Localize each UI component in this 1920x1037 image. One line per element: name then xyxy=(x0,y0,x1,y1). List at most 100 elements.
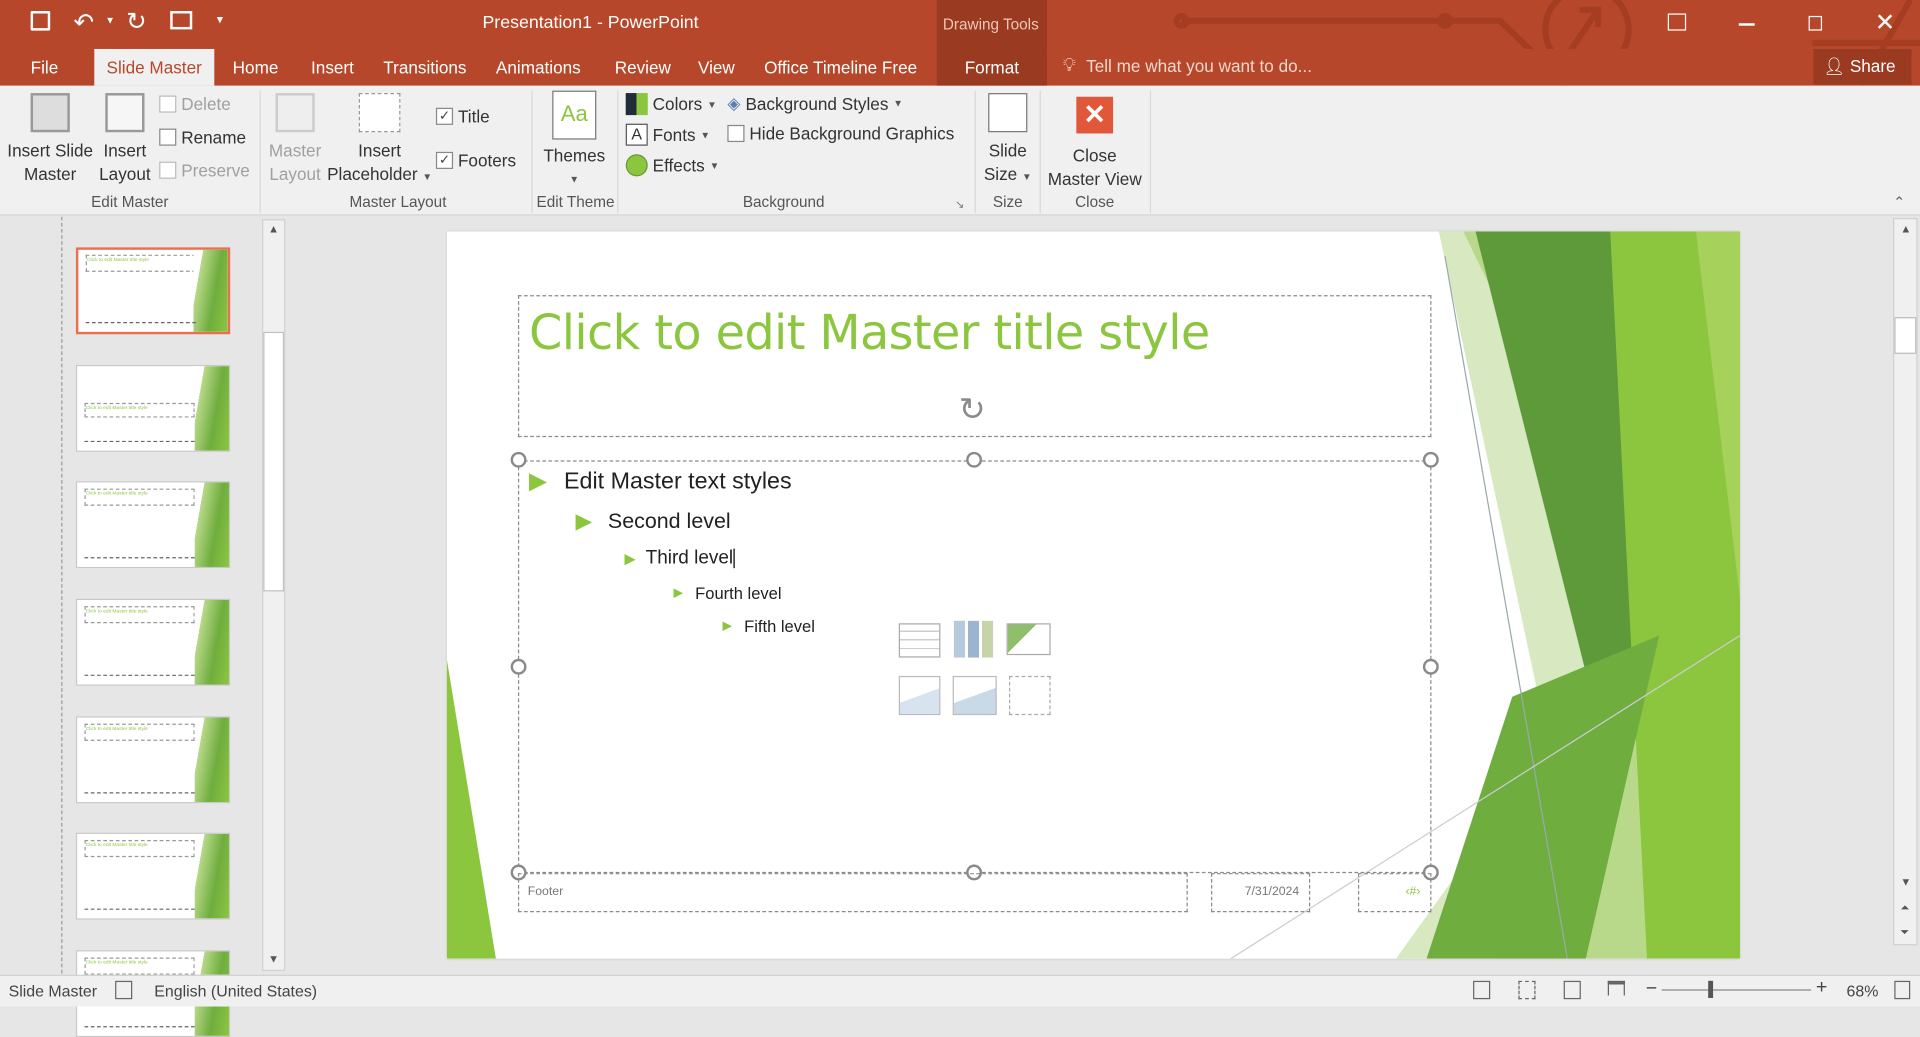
format-background-launcher-icon[interactable]: ↘ xyxy=(955,198,964,211)
slide-thumbnail[interactable]: Click to edit Master title style xyxy=(75,364,231,452)
zoom-out-button[interactable]: − xyxy=(1646,978,1657,1000)
insert-picture-icon[interactable] xyxy=(898,675,941,716)
footer-placeholder[interactable]: Footer xyxy=(517,873,1188,913)
spell-check-icon[interactable] xyxy=(115,980,133,1000)
tab-office-timeline[interactable]: Office Timeline Free xyxy=(752,49,930,86)
zoom-slider[interactable] xyxy=(1661,980,1812,998)
next-slide-icon[interactable]: ⏷ xyxy=(1900,926,1909,939)
slide-number-placeholder[interactable]: ‹#› xyxy=(1357,873,1432,913)
scrollbar-thumb[interactable] xyxy=(263,331,285,592)
tell-me-input[interactable]: Tell me what you want to do... xyxy=(1086,56,1312,76)
bullet-level-3[interactable]: ▶ Third level xyxy=(624,547,735,569)
slide-sorter-icon[interactable] xyxy=(1518,980,1536,1000)
zoom-in-button[interactable]: + xyxy=(1816,977,1827,999)
ribbon-display-options-icon[interactable] xyxy=(1667,13,1687,31)
tab-review[interactable]: Review xyxy=(602,49,683,86)
title-checkbox[interactable]: ✓ Title xyxy=(435,107,490,126)
tab-file[interactable]: File xyxy=(18,49,70,86)
slide-thumbnail[interactable]: Click to edit Master title style xyxy=(75,598,231,686)
themes-button[interactable]: Aa Themes ▼ xyxy=(536,90,612,191)
slide-thumbnail[interactable]: Click to edit Master title style xyxy=(75,481,231,569)
previous-slide-icon[interactable]: ⏶ xyxy=(1900,901,1909,914)
content-placeholder[interactable]: ▶ Edit Master text styles ▶ Second level ▶… xyxy=(517,460,1432,874)
close-window-button[interactable]: ✕ xyxy=(1875,7,1896,38)
resize-handle[interactable] xyxy=(510,451,527,468)
resize-handle[interactable] xyxy=(1422,658,1439,675)
bullet-arrow-icon: ▶ xyxy=(673,586,683,601)
start-slideshow-icon[interactable] xyxy=(170,11,193,30)
insert-slide-master-button[interactable]: Insert Slide Master xyxy=(5,93,96,186)
language-label[interactable]: English (United States) xyxy=(154,982,317,1000)
scroll-down-arrow-icon[interactable]: ▼ xyxy=(268,953,279,965)
zoom-slider-thumb[interactable] xyxy=(1708,980,1714,998)
undo-dropdown-icon[interactable]: ▼ xyxy=(105,15,115,26)
slide-vertical-scrollbar[interactable]: ▲ ▼ ⏶ ⏷ xyxy=(1893,217,1918,946)
tab-animations[interactable]: Animations xyxy=(484,49,593,86)
slide-thumbnail[interactable]: Click to edit Master title style xyxy=(75,832,231,920)
slide-thumbnail[interactable]: Click to edit Master title style xyxy=(75,716,231,804)
fit-slide-icon[interactable] xyxy=(1894,980,1911,1000)
rotate-handle-icon[interactable]: ↻ xyxy=(959,391,986,429)
effects-button[interactable]: Effects ▼ xyxy=(625,154,719,177)
footer-text: Footer xyxy=(527,885,564,899)
resize-handle[interactable] xyxy=(510,658,527,675)
fonts-button[interactable]: A Fonts ▼ xyxy=(625,123,711,146)
resize-handle[interactable] xyxy=(966,451,983,468)
slide-size-icon xyxy=(988,93,1028,133)
redo-icon[interactable]: ↻ xyxy=(126,6,147,37)
bullet-level-4[interactable]: ▶ Fourth level xyxy=(673,584,781,602)
bullet-level-2[interactable]: ▶ Second level xyxy=(576,508,731,534)
save-icon[interactable] xyxy=(30,11,51,31)
insert-smartart-icon[interactable] xyxy=(1006,623,1051,656)
master-layout-button[interactable]: Master Layout xyxy=(263,93,327,186)
tab-format[interactable]: Format xyxy=(936,48,1047,86)
label-line1: Slide xyxy=(988,140,1027,161)
tab-view[interactable]: View xyxy=(686,49,747,86)
collapse-ribbon-icon[interactable]: ⌃ xyxy=(1893,193,1905,210)
restore-button[interactable] xyxy=(1808,15,1823,31)
scroll-up-arrow-icon[interactable]: ▲ xyxy=(268,223,279,235)
reading-view-icon[interactable] xyxy=(1563,980,1581,1000)
slide-thumbnail[interactable]: Click to edit Master title style xyxy=(75,247,231,335)
insert-chart-icon[interactable] xyxy=(953,620,994,658)
label-line2: Placeholder xyxy=(327,164,418,184)
scroll-down-arrow-icon[interactable]: ▼ xyxy=(1900,876,1911,888)
tab-slide-master[interactable]: Slide Master xyxy=(94,48,215,86)
scrollbar-thumb[interactable] xyxy=(1894,317,1917,354)
undo-icon[interactable]: ↶ xyxy=(73,7,94,38)
normal-view-icon[interactable] xyxy=(1473,980,1491,1000)
delete-button[interactable]: Delete xyxy=(159,94,231,114)
colors-button[interactable]: Colors ▼ xyxy=(625,93,717,116)
insert-placeholder-button[interactable]: Insert Placeholder ▼ xyxy=(326,93,434,189)
thumbnail-title-placeholder: Click to edit Master title style xyxy=(84,402,195,418)
slide-size-button[interactable]: Slide Size ▼ xyxy=(980,93,1036,189)
bullet-level-5[interactable]: ▶ Fifth level xyxy=(722,617,814,635)
slideshow-view-icon[interactable] xyxy=(1607,980,1625,996)
scroll-up-arrow-icon[interactable]: ▲ xyxy=(1900,223,1911,235)
minimize-button[interactable] xyxy=(1738,23,1755,26)
dropdown-caret-icon: ▼ xyxy=(700,129,711,141)
bullet-level-1[interactable]: ▶ Edit Master text styles xyxy=(529,468,792,496)
footers-checkbox[interactable]: ✓ Footers xyxy=(435,151,516,170)
rename-button[interactable]: Rename xyxy=(159,127,246,147)
insert-online-picture-icon[interactable] xyxy=(952,675,997,716)
zoom-level[interactable]: 68% xyxy=(1847,982,1879,1000)
insert-video-icon[interactable] xyxy=(1008,675,1051,716)
slide-title[interactable]: Click to edit Master title style xyxy=(529,306,1210,361)
date-placeholder[interactable]: 7/31/2024 xyxy=(1211,873,1311,913)
resize-handle[interactable] xyxy=(1422,451,1439,468)
tab-home[interactable]: Home xyxy=(220,49,290,86)
thumbnail-scrollbar[interactable]: ▲ ▼ xyxy=(262,219,286,972)
background-styles-button[interactable]: ◈ Background Styles ▼ xyxy=(727,93,903,114)
tab-transitions[interactable]: Transitions xyxy=(371,49,479,86)
slide-canvas[interactable]: Click to edit Master title style ↻ ▶ Edit… xyxy=(446,231,1741,959)
hide-background-graphics-checkbox[interactable]: Hide Background Graphics xyxy=(727,124,954,143)
customize-qat-icon[interactable]: ▾ xyxy=(217,13,223,26)
tab-insert[interactable]: Insert xyxy=(299,49,366,86)
insert-table-icon[interactable] xyxy=(898,623,941,658)
preserve-button[interactable]: Preserve xyxy=(159,160,250,180)
share-button[interactable]: 👤︎ Share xyxy=(1813,48,1912,85)
insert-layout-button[interactable]: Insert Layout xyxy=(98,93,152,186)
close-master-view-button[interactable]: ✕ Close Master View xyxy=(1043,93,1146,191)
bullet-text: Third level xyxy=(645,547,734,569)
